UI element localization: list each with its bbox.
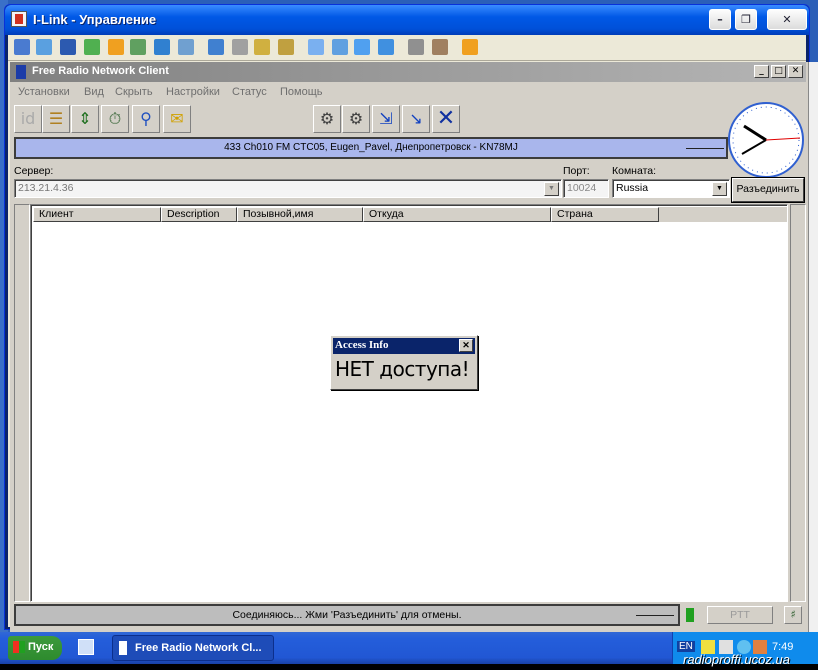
client-list[interactable]: Клиент Description Позывной,имя Откуда С… [30, 204, 788, 602]
connection-status-bar: 433 Ch010 FM CTC05, Eugen_Pavel, Днепроп… [14, 137, 728, 159]
room-select[interactable]: Russia ▼ [612, 179, 730, 198]
frn-titlebar: Free Radio Network Client _ □ ✕ [10, 62, 806, 82]
room-dropdown-icon[interactable]: ▼ [712, 182, 727, 196]
quicklaunch-icon[interactable] [78, 639, 94, 655]
signal-line [686, 148, 724, 149]
status-text: 433 Ch010 FM CTC05, Eugen_Pavel, Днепроп… [224, 142, 518, 153]
tools-icon[interactable] [432, 39, 448, 55]
port-field[interactable]: 10024 [563, 179, 609, 198]
frn-title: Free Radio Network Client [32, 65, 169, 77]
port-label: Порт: [563, 165, 590, 177]
frn-minimize-button[interactable]: _ [754, 65, 769, 78]
dialog-titlebar: Access Info ✕ [333, 338, 475, 354]
dialog-message: НЕТ доступа! [335, 357, 470, 381]
mic-icon [686, 608, 694, 622]
server-field[interactable]: 213.21.4.36 ▼ [14, 179, 562, 198]
id-icon[interactable]: id [14, 105, 42, 133]
zero-icon[interactable] [108, 39, 124, 55]
frn-maximize-button[interactable]: □ [771, 65, 786, 78]
col-client[interactable]: Клиент [33, 207, 161, 222]
room-label: Комната: [612, 165, 657, 177]
server-value: 213.21.4.36 [18, 182, 74, 194]
port-value: 10024 [567, 182, 597, 194]
connecting-text: Соединяюсь... Жми 'Разъединить' для отме… [232, 609, 462, 621]
menu-hide[interactable]: Скрыть [115, 86, 153, 98]
frn-app-icon [16, 65, 26, 79]
conn-signal-line [636, 615, 674, 616]
unlock-icon[interactable] [278, 39, 294, 55]
exit-icon[interactable] [462, 39, 478, 55]
windows-logo-icon [13, 641, 25, 653]
message-icon[interactable] [178, 39, 194, 55]
ilink-title: I-Link - Управление [33, 12, 157, 27]
speaker-icon[interactable]: ♯ [784, 606, 802, 624]
minimize-button[interactable]: – [709, 9, 731, 30]
sliders-icon[interactable]: ⇕ [71, 105, 99, 133]
equalizer-icon[interactable]: ☰ [42, 105, 70, 133]
copy-icon[interactable] [408, 39, 424, 55]
search-icon[interactable]: ⚲ [132, 105, 160, 133]
fullscreen-icon[interactable] [332, 39, 348, 55]
phone-icon[interactable] [154, 39, 170, 55]
right-panel [790, 204, 806, 602]
col-callsign[interactable]: Позывной,имя [237, 207, 363, 222]
dialog-title: Access Info [335, 339, 389, 351]
language-indicator[interactable]: EN [677, 641, 695, 652]
menu-view[interactable]: Вид [84, 86, 104, 98]
monitor-icon[interactable] [14, 39, 30, 55]
window-arrow-icon[interactable]: ⇲ [372, 105, 400, 133]
expand-icon[interactable] [378, 39, 394, 55]
left-panel [14, 204, 30, 602]
frn-close-button[interactable]: ✕ [788, 65, 803, 78]
connecting-status-bar: Соединяюсь... Жми 'Разъединить' для отме… [14, 604, 680, 626]
analog-clock [728, 102, 804, 178]
background-window-edge [808, 62, 818, 632]
task-label: Free Radio Network Cl... [135, 642, 262, 654]
start-label: Пуск [28, 641, 54, 653]
frn-task-icon [119, 641, 127, 655]
close-button[interactable]: ✕ [767, 9, 807, 30]
restore-button[interactable]: ❐ [735, 9, 757, 30]
menubar: Установки Вид Скрыть Настройки Статус По… [10, 82, 806, 102]
start-button[interactable]: Пуск [8, 636, 62, 660]
menu-settings[interactable]: Настройки [166, 86, 220, 98]
disconnect-button[interactable]: Разъединить [732, 178, 804, 202]
updown-icon[interactable] [84, 39, 100, 55]
ilink-toolbar [8, 35, 806, 61]
col-country[interactable]: Страна [551, 207, 659, 222]
server-label: Сервер: [14, 165, 54, 177]
room-value: Russia [616, 182, 649, 194]
access-info-dialog: Access Info ✕ НЕТ доступа! [330, 335, 478, 390]
client-list-header: Клиент Description Позывной,имя Откуда С… [33, 207, 787, 222]
col-from[interactable]: Откуда [363, 207, 551, 222]
menu-help[interactable]: Помощь [280, 86, 323, 98]
server-dropdown-icon[interactable]: ▼ [544, 182, 559, 196]
window-icon[interactable] [36, 39, 52, 55]
gears-icon[interactable]: ⚙ [313, 105, 341, 133]
col-description[interactable]: Description [161, 207, 237, 222]
taskbar-item-frn[interactable]: Free Radio Network Cl... [112, 635, 274, 661]
chat-icon[interactable] [130, 39, 146, 55]
menu-setup[interactable]: Установки [18, 86, 70, 98]
mail-icon[interactable]: ✉ [163, 105, 191, 133]
server-gear-icon[interactable]: ⚙ [342, 105, 370, 133]
menu-status[interactable]: Статус [232, 86, 267, 98]
download-icon[interactable] [208, 39, 224, 55]
view-icon[interactable] [308, 39, 324, 55]
lock-icon[interactable] [254, 39, 270, 55]
timer-search-icon[interactable]: ⏱ [101, 105, 129, 133]
arrow-down-right-icon[interactable]: ↘ [402, 105, 430, 133]
dialog-close-button[interactable]: ✕ [459, 339, 473, 352]
watermark: radioproffi.ucoz.ua [683, 652, 790, 667]
network-icon[interactable] [232, 39, 248, 55]
close-x-icon[interactable]: ✕ [432, 105, 460, 133]
ilink-titlebar: I-Link - Управление – ❐ ✕ [5, 5, 809, 35]
square-icon[interactable] [354, 39, 370, 55]
console-icon[interactable] [60, 39, 76, 55]
ilink-app-icon [11, 11, 27, 27]
ptt-button[interactable]: PTT [707, 606, 773, 624]
